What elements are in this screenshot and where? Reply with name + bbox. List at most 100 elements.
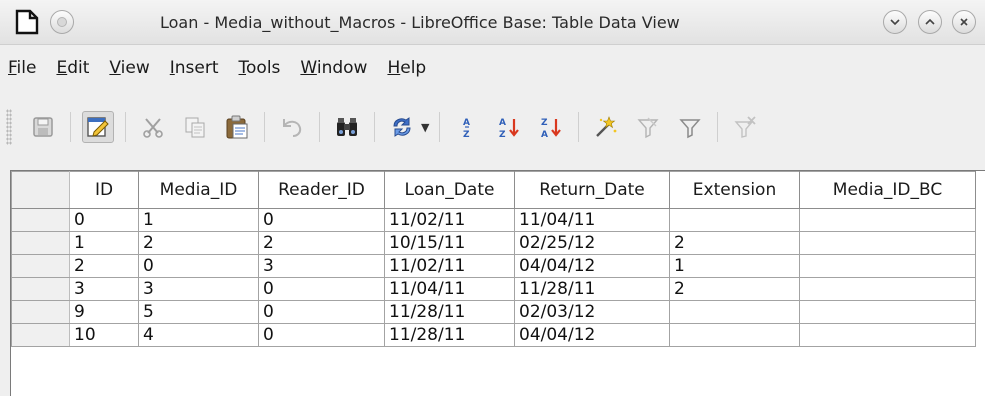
window-title: Loan - Media_without_Macros - LibreOffic… [160,13,680,32]
cell-media-id-bc[interactable] [799,277,976,301]
column-header-extension[interactable]: Extension [669,171,800,209]
remove-filter-button[interactable] [729,111,761,143]
toolbar-grip[interactable] [6,109,12,145]
cell-id[interactable]: 2 [69,254,139,278]
cell-id[interactable]: 1 [69,231,139,255]
menu-view[interactable]: View [107,58,151,78]
cell-reader-id[interactable]: 0 [258,300,385,324]
cell-extension[interactable]: 2 [669,231,800,255]
cell-extension[interactable]: 2 [669,277,800,301]
row-selector[interactable] [11,277,70,301]
cell-media-id-bc[interactable] [799,323,976,347]
sort-descending-icon: Z A [541,118,562,139]
libreoffice-doc-icon [15,9,39,35]
cell-loan-date[interactable]: 11/02/11 [384,254,515,278]
cell-id[interactable]: 0 [69,208,139,232]
cell-media-id-bc[interactable] [799,231,976,255]
sort-ascending-button[interactable]: A Z [493,111,525,143]
cell-extension[interactable] [669,323,800,347]
cell-loan-date[interactable]: 11/28/11 [384,300,515,324]
refresh-button[interactable] [386,111,418,143]
table-row[interactable]: 3 3 0 11/04/11 11/28/11 2 [11,277,976,301]
autofilter-button[interactable] [590,111,622,143]
cell-reader-id[interactable]: 3 [258,254,385,278]
sort-descending-button[interactable]: Z A [535,111,567,143]
cell-media-id-bc[interactable] [799,300,976,324]
column-header-reader-id[interactable]: Reader_ID [258,171,385,209]
sort-ascending-icon: A Z [499,118,520,139]
column-header-media-id-bc[interactable]: Media_ID_BC [799,171,976,209]
cell-media-id[interactable]: 3 [138,277,259,301]
cell-loan-date[interactable]: 10/15/11 [384,231,515,255]
table-row[interactable]: 2 0 3 11/02/11 04/04/12 1 [11,254,976,278]
row-selector[interactable] [11,323,70,347]
cell-reader-id[interactable]: 0 [258,323,385,347]
refresh-dropdown-arrow[interactable]: ▼ [421,121,429,134]
table-data-grid[interactable]: ID Media_ID Reader_ID Loan_Date Return_D… [10,170,985,396]
menu-file[interactable]: File [6,58,38,78]
cell-loan-date[interactable]: 11/28/11 [384,323,515,347]
copy-button[interactable] [179,111,211,143]
cell-extension[interactable]: 1 [669,254,800,278]
window-menu-button[interactable] [50,10,74,34]
cut-button[interactable] [137,111,169,143]
sort-button[interactable]: A Z [451,111,483,143]
cell-media-id[interactable]: 5 [138,300,259,324]
table-row[interactable]: 1 2 2 10/15/11 02/25/12 2 [11,231,976,255]
edit-data-button[interactable] [82,111,114,143]
cell-return-date[interactable]: 04/04/12 [514,254,670,278]
cell-id[interactable]: 3 [69,277,139,301]
table-row[interactable]: 0 1 0 11/02/11 11/04/11 [11,208,976,232]
toolbar-separator [319,112,320,142]
cell-media-id[interactable]: 1 [138,208,259,232]
cell-media-id[interactable]: 0 [138,254,259,278]
cell-loan-date[interactable]: 11/02/11 [384,208,515,232]
menu-window[interactable]: Window [298,58,369,78]
undo-button[interactable] [276,111,308,143]
cell-media-id[interactable]: 4 [138,323,259,347]
table-row[interactable]: 9 5 0 11/28/11 02/03/12 [11,300,976,324]
column-header-return-date[interactable]: Return_Date [514,171,670,209]
menu-edit[interactable]: Edit [54,58,91,78]
column-header-id[interactable]: ID [69,171,139,209]
table-row[interactable]: 10 4 0 11/28/11 04/04/12 [11,323,976,347]
header-corner[interactable] [11,171,70,209]
row-selector[interactable] [11,254,70,278]
cell-reader-id[interactable]: 0 [258,277,385,301]
row-selector[interactable] [11,208,70,232]
cell-return-date[interactable]: 11/28/11 [514,277,670,301]
cell-extension[interactable] [669,208,800,232]
cell-return-date[interactable]: 04/04/12 [514,323,670,347]
paste-button[interactable] [221,111,253,143]
cell-reader-id[interactable]: 2 [258,231,385,255]
cell-reader-id[interactable]: 0 [258,208,385,232]
row-selector[interactable] [11,231,70,255]
menu-help[interactable]: Help [385,58,428,78]
save-button[interactable] [27,111,59,143]
cell-media-id-bc[interactable] [799,208,976,232]
column-header-loan-date[interactable]: Loan_Date [384,171,515,209]
find-record-button[interactable] [331,111,363,143]
maximize-button[interactable] [918,10,942,34]
cell-return-date[interactable]: 02/03/12 [514,300,670,324]
minimize-button[interactable] [883,10,907,34]
cell-return-date[interactable]: 11/04/11 [514,208,670,232]
menu-insert[interactable]: Insert [168,58,221,78]
cell-id[interactable]: 10 [69,323,139,347]
standard-filter-button[interactable] [632,111,664,143]
toolbar-separator [70,112,71,142]
cell-id[interactable]: 9 [69,300,139,324]
cell-media-id-bc[interactable] [799,254,976,278]
apply-filter-button[interactable] [674,111,706,143]
menu-tools[interactable]: Tools [237,58,283,78]
save-icon [33,117,53,137]
column-header-media-id[interactable]: Media_ID [138,171,259,209]
row-selector[interactable] [11,300,70,324]
cell-media-id[interactable]: 2 [138,231,259,255]
toolbar-separator [374,112,375,142]
undo-icon [283,119,302,137]
close-button[interactable] [952,10,976,34]
cell-loan-date[interactable]: 11/04/11 [384,277,515,301]
cell-return-date[interactable]: 02/25/12 [514,231,670,255]
cell-extension[interactable] [669,300,800,324]
